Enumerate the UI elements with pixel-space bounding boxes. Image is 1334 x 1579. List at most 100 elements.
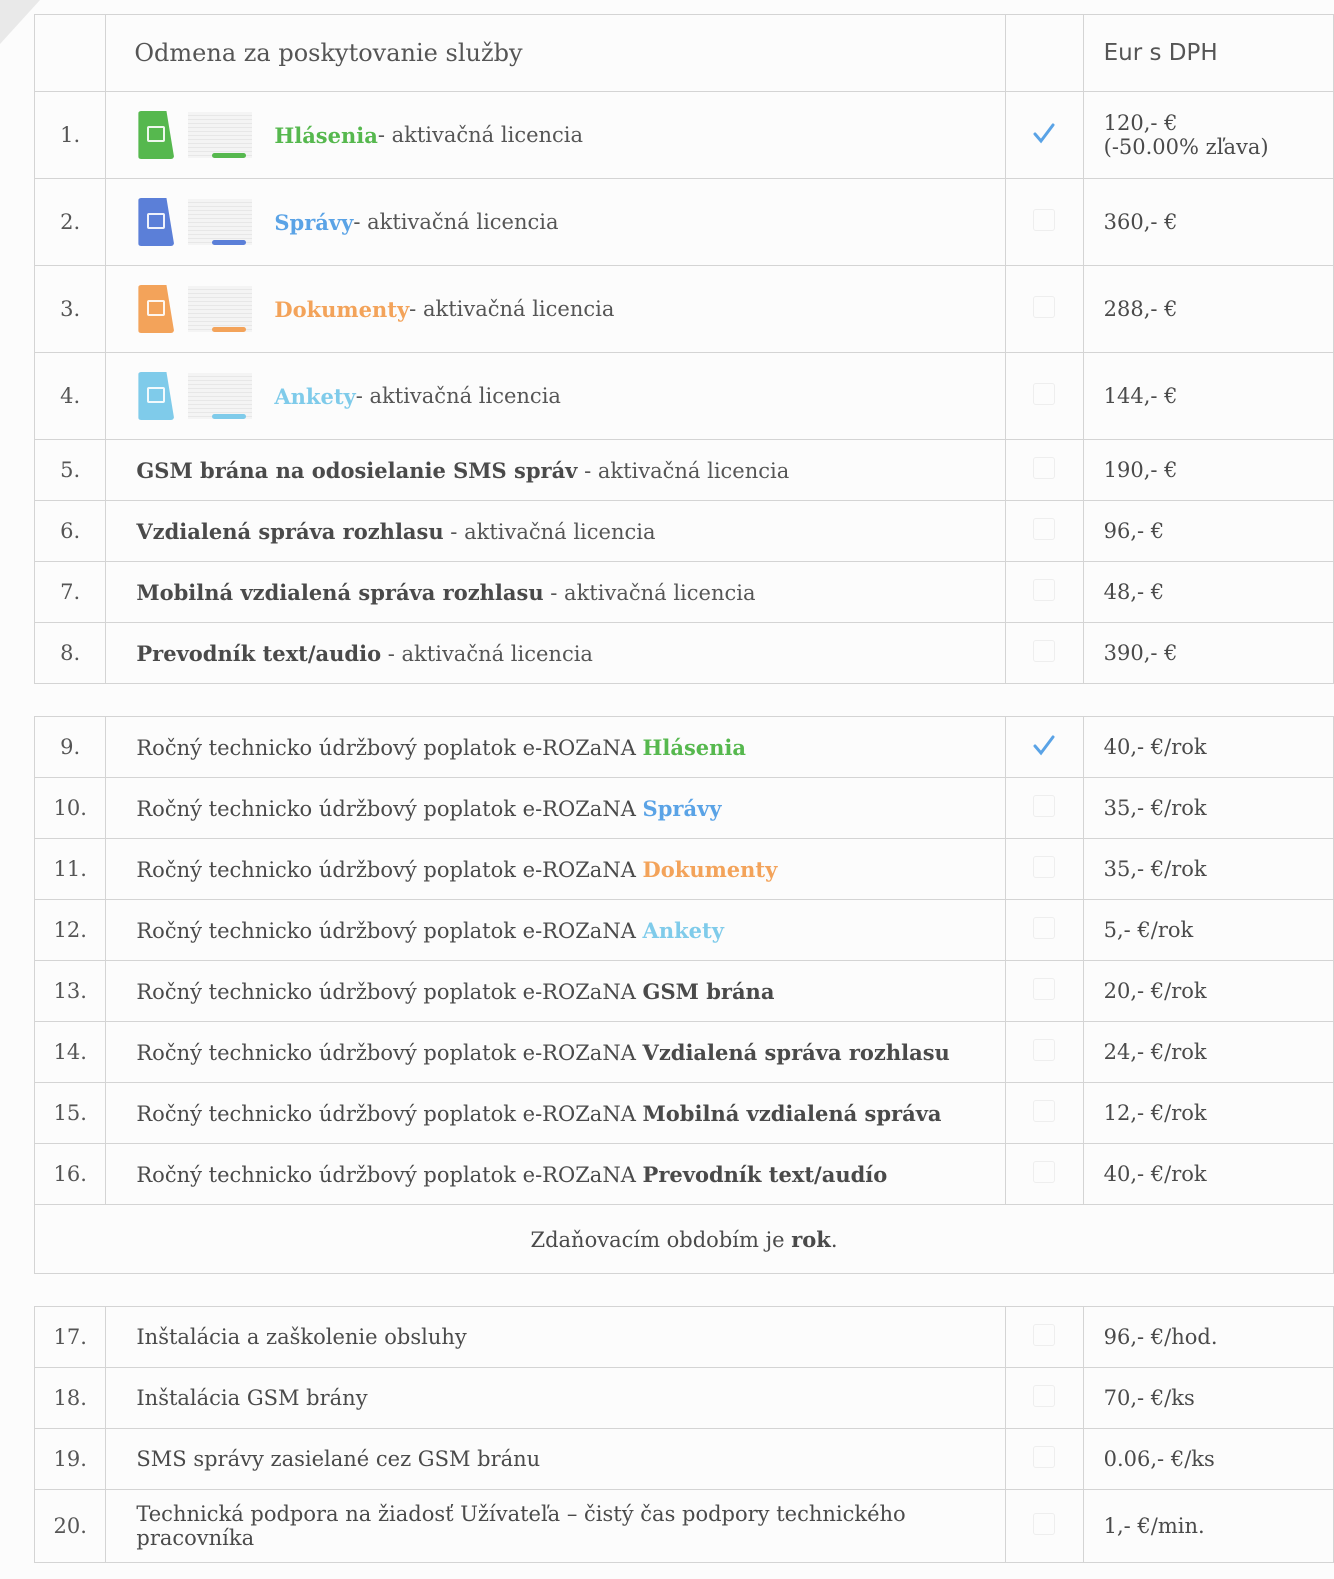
row-number: 13. (33, 960, 107, 1022)
annual-fee-item: GSM brána (642, 978, 775, 1004)
row-price: 144,- € (1082, 352, 1334, 440)
table-row: 17. Inštalácia a zaškolenie obsluhy 96,-… (33, 1306, 1334, 1368)
table-row: 4. Ankety - aktivačná licencia 144,- € (33, 352, 1334, 440)
checkbox[interactable] (1005, 1367, 1084, 1429)
checkmark-icon (1033, 123, 1055, 143)
checkbox[interactable] (1005, 439, 1084, 501)
checkbox[interactable] (1005, 899, 1084, 961)
row-description: Ročný technicko údržbový poplatok e-ROZa… (105, 777, 1007, 839)
checkbox-checked[interactable] (1005, 91, 1084, 179)
row-description: Mobilná vzdialená správa rozhlasu - akti… (105, 561, 1007, 623)
document-sheet: Odmena za poskytovanie služby Eur s DPH … (0, 0, 1334, 1579)
row-description: Technická podpora na žiadosť Užívateľa –… (105, 1489, 1007, 1563)
table-row: 20. Technická podpora na žiadosť Užívate… (33, 1489, 1334, 1563)
annual-fee-item: Ankety (642, 917, 724, 943)
checkbox[interactable] (1005, 1489, 1084, 1563)
row-price: 40,- €/rok (1082, 1143, 1334, 1205)
app-name: Správy (274, 209, 354, 235)
table-row: 9. Ročný technicko údržbový poplatok e-R… (33, 716, 1334, 778)
checkbox[interactable] (1005, 500, 1084, 562)
license-suffix: - aktivačná licencia (353, 210, 559, 234)
table-body: 1. Hlásenia - aktivačná licencia 120,- €… (33, 91, 1334, 1563)
checkbox[interactable] (1005, 1306, 1084, 1368)
row-description: Inštalácia GSM brány (105, 1367, 1007, 1429)
table-row: 5. GSM brána na odosielanie SMS správ - … (33, 439, 1334, 501)
checkbox[interactable] (1005, 960, 1084, 1022)
row-number: 17. (33, 1306, 107, 1368)
row-number: 9. (33, 716, 107, 778)
checkbox[interactable] (1005, 1021, 1084, 1083)
table-row: 3. Dokumenty - aktivačná licencia 288,- … (33, 265, 1334, 353)
annual-fee-label: Ročný technicko údržbový poplatok e-ROZa… (136, 796, 643, 821)
price-discount: (-50.00% zľava) (1103, 135, 1269, 159)
row-number: 1. (33, 91, 107, 179)
annual-fee-label: Ročný technicko údržbový poplatok e-ROZa… (136, 1101, 643, 1126)
row-number: 19. (33, 1428, 107, 1490)
license-suffix: - aktivačná licencia (381, 641, 593, 666)
annual-fee-item: Prevodník text/audío (642, 1161, 888, 1187)
header-check-cell (1005, 14, 1084, 92)
header-price: Eur s DPH (1082, 14, 1334, 92)
row-description: Ankety - aktivačná licencia (105, 352, 1007, 440)
speaker-icon (138, 111, 175, 159)
license-name: Prevodník text/audio (136, 640, 382, 666)
row-number: 15. (33, 1082, 107, 1144)
row-description: Ročný technicko údržbový poplatok e-ROZa… (105, 716, 1007, 778)
table-row: 1. Hlásenia - aktivačná licencia 120,- €… (33, 91, 1334, 179)
annual-fee-item: Dokumenty (642, 856, 778, 882)
checkbox[interactable] (1005, 178, 1084, 266)
row-price: 35,- €/rok (1082, 777, 1334, 839)
license-suffix: - aktivačná licencia (355, 384, 561, 408)
table-row: 13. Ročný technicko údržbový poplatok e-… (33, 960, 1334, 1022)
section-gap (34, 683, 1334, 717)
app-thumbnail (188, 112, 253, 158)
annual-fee-item: Mobilná vzdialená správa (642, 1100, 942, 1126)
annual-fee-label: Ročný technicko údržbový poplatok e-ROZa… (136, 1040, 643, 1065)
table-row: 19. SMS správy zasielané cez GSM bránu 0… (33, 1428, 1334, 1490)
app-name: Hlásenia (274, 122, 378, 148)
row-number: 10. (33, 777, 107, 839)
annual-fee-item: Správy (642, 795, 722, 821)
table-row: 12. Ročný technicko údržbový poplatok e-… (33, 899, 1334, 961)
annual-fee-label: Ročný technicko údržbový poplatok e-ROZa… (136, 1162, 643, 1187)
app-name: Dokumenty (274, 296, 410, 322)
annual-fee-item: Hlásenia (642, 734, 747, 760)
checkbox[interactable] (1005, 265, 1084, 353)
row-number: 7. (33, 561, 107, 623)
row-price: 70,- €/ks (1082, 1367, 1334, 1429)
row-description: Ročný technicko údržbový poplatok e-ROZa… (105, 838, 1007, 900)
row-price: 190,- € (1082, 439, 1334, 501)
checkbox[interactable] (1005, 1428, 1084, 1490)
row-description: Ročný technicko údržbový poplatok e-ROZa… (105, 1143, 1007, 1205)
row-price: 390,- € (1082, 622, 1334, 684)
row-price: 96,- € (1082, 500, 1334, 562)
table-row: 8. Prevodník text/audio - aktivačná lice… (33, 622, 1334, 684)
table-row: 2. Správy - aktivačná licencia 360,- € (33, 178, 1334, 266)
table-row: 18. Inštalácia GSM brány 70,- €/ks (33, 1367, 1334, 1429)
row-description: Ročný technicko údržbový poplatok e-ROZa… (105, 1082, 1007, 1144)
row-number: 6. (33, 500, 107, 562)
checkbox[interactable] (1005, 352, 1084, 440)
checkbox[interactable] (1005, 1082, 1084, 1144)
row-price: 20,- €/rok (1082, 960, 1334, 1022)
header-num-cell (33, 14, 107, 92)
row-price: 40,- €/rok (1082, 716, 1334, 778)
checkbox[interactable] (1005, 838, 1084, 900)
row-description: GSM brána na odosielanie SMS správ - akt… (105, 439, 1007, 501)
checkbox[interactable] (1005, 1143, 1084, 1205)
checkbox[interactable] (1005, 561, 1084, 623)
license-suffix: - aktivačná licencia (543, 580, 756, 605)
row-price: 24,- €/rok (1082, 1021, 1334, 1083)
row-description: Inštalácia a zaškolenie obsluhy (105, 1306, 1007, 1368)
row-number: 16. (33, 1143, 107, 1205)
row-description: Prevodník text/audio - aktivačná licenci… (105, 622, 1007, 684)
header-description: Odmena za poskytovanie služby (105, 14, 1007, 92)
row-number: 12. (33, 899, 107, 961)
table-header-row: Odmena za poskytovanie služby Eur s DPH (33, 14, 1334, 92)
envelope-icon (138, 198, 175, 246)
checkbox-checked[interactable] (1005, 716, 1084, 778)
checkbox[interactable] (1005, 622, 1084, 684)
checkbox[interactable] (1005, 777, 1084, 839)
table-row: 14. Ročný technicko údržbový poplatok e-… (33, 1021, 1334, 1083)
row-price: 12,- €/rok (1082, 1082, 1334, 1144)
